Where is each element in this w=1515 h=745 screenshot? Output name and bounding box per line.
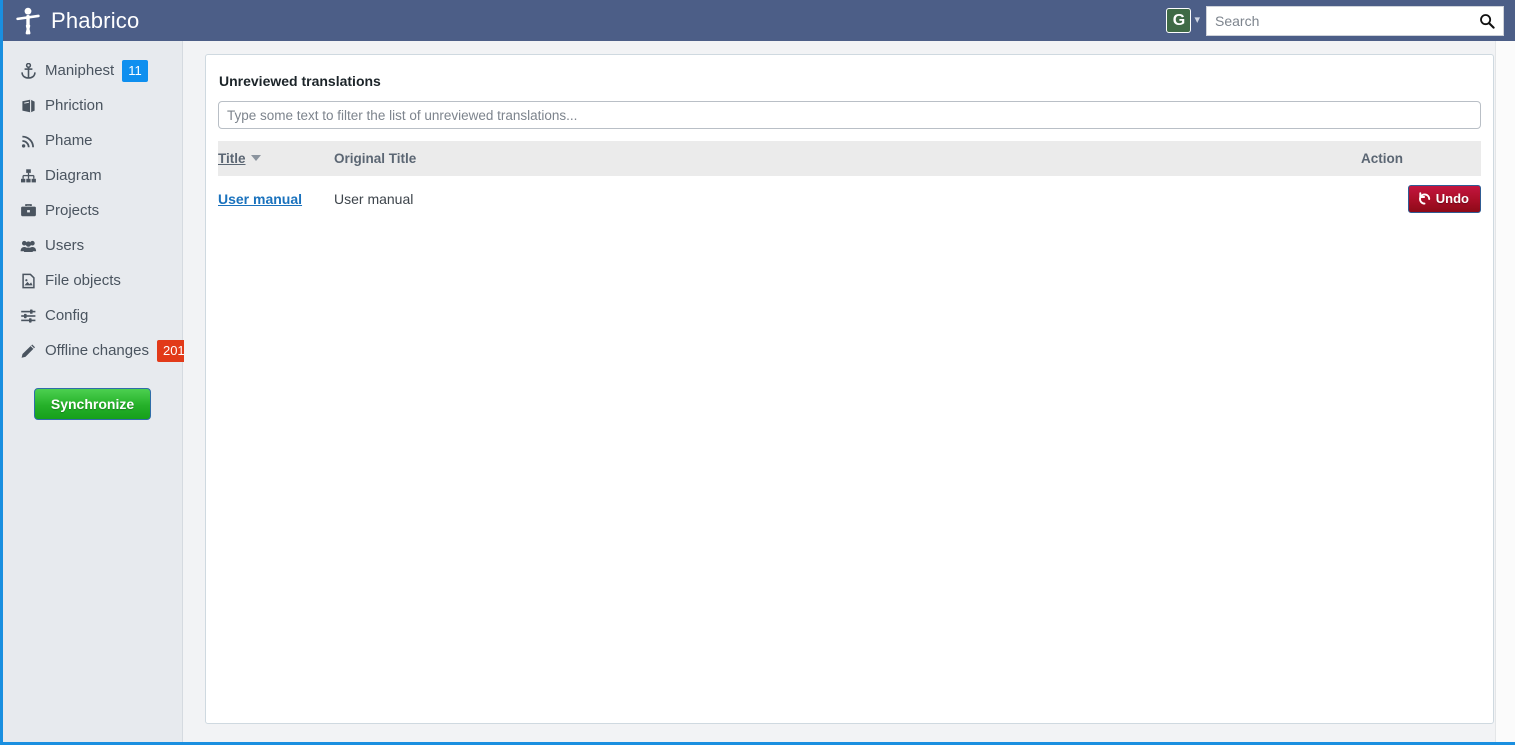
sidebar-item-projects[interactable]: Projects	[3, 193, 182, 228]
filter-input[interactable]	[218, 101, 1481, 129]
sidebar-item-phame[interactable]: Phame	[3, 123, 182, 158]
column-header-original-title[interactable]: Original Title	[334, 141, 1361, 176]
sidebar-item-label: Users	[45, 237, 85, 254]
person-vitruvian-icon	[16, 7, 40, 34]
sidebar-item-maniphest[interactable]: Maniphest 11	[3, 53, 182, 88]
sidebar-item-label: Config	[45, 307, 89, 324]
sidebar-item-diagram[interactable]: Diagram	[3, 158, 182, 193]
sidebar-item-label: Projects	[45, 202, 100, 219]
search-icon[interactable]	[1479, 13, 1495, 29]
sidebar-item-phriction[interactable]: Phriction	[3, 88, 182, 123]
brand[interactable]: Phabrico	[3, 7, 139, 35]
top-bar: Phabrico G ▾	[3, 0, 1515, 41]
cell-original-title: User manual	[334, 191, 414, 207]
table-row: User manual User manual Undo	[218, 176, 1481, 222]
table-head: Title Original Title Action	[218, 141, 1481, 176]
cell-title: User manual	[218, 176, 334, 222]
sidebar-badge-maniphest: 11	[122, 59, 148, 82]
app-title: Phabrico	[51, 7, 140, 33]
cell-action: Undo	[1361, 176, 1481, 222]
table-body: User manual User manual Undo	[218, 176, 1481, 222]
undo-button-label: Undo	[1435, 191, 1469, 206]
sidebar-item-label: Offline changes	[45, 342, 149, 359]
column-header-action: Action	[1361, 141, 1481, 176]
sidebar: Maniphest 11 Phriction Phame Diagram Pro…	[3, 41, 191, 742]
search-input[interactable]	[1207, 6, 1503, 35]
unreviewed-translations-table: Title Original Title Action User manual …	[218, 141, 1481, 222]
briefcase-icon	[21, 203, 36, 216]
language-selector-badge[interactable]: G	[1166, 8, 1192, 33]
undo-button[interactable]: Undo	[1407, 185, 1481, 213]
sitemap-icon	[21, 168, 36, 182]
page-title: Unreviewed translations	[219, 73, 381, 89]
rss-icon	[21, 135, 34, 148]
unreviewed-translations-panel: Unreviewed translations Title Original T…	[205, 54, 1494, 724]
column-header-title[interactable]: Title	[218, 141, 334, 176]
sidebar-item-file-objects[interactable]: File objects	[3, 263, 182, 298]
sidebar-item-users[interactable]: Users	[3, 228, 182, 263]
sidebar-item-offline-changes[interactable]: Offline changes 201	[3, 333, 191, 368]
sliders-icon	[21, 309, 36, 323]
pencil-icon	[21, 344, 35, 358]
translation-title-link[interactable]: User manual	[218, 191, 302, 207]
search-box[interactable]	[1206, 5, 1504, 36]
top-bar-right: G ▾	[1166, 5, 1515, 36]
users-icon	[20, 240, 37, 252]
vertical-scrollbar[interactable]	[1495, 41, 1515, 742]
book-icon	[22, 99, 35, 112]
sidebar-item-label: Diagram	[45, 167, 102, 184]
caret-down-icon[interactable]	[250, 155, 261, 162]
synchronize-wrap: Synchronize	[3, 388, 182, 420]
sidebar-item-label: File objects	[45, 272, 121, 289]
column-header-title-label[interactable]: Title	[218, 151, 246, 166]
sidebar-nav: Maniphest 11 Phriction Phame Diagram Pro…	[3, 41, 191, 420]
sidebar-item-label: Phame	[45, 132, 93, 149]
chevron-down-icon[interactable]: ▾	[1194, 15, 1200, 26]
sidebar-item-label: Maniphest	[45, 62, 115, 79]
sidebar-item-label: Phriction	[45, 97, 104, 114]
image-file-icon	[22, 273, 35, 288]
sidebar-item-config[interactable]: Config	[3, 298, 182, 333]
app-window: Phabrico G ▾ Man	[0, 0, 1515, 745]
synchronize-button[interactable]: Synchronize	[33, 388, 152, 420]
main-content: Unreviewed translations Title Original T…	[184, 41, 1495, 742]
undo-rotate-left-icon	[1418, 192, 1430, 205]
table-header-row: Title Original Title Action	[218, 141, 1481, 176]
anchor-icon	[21, 62, 36, 79]
